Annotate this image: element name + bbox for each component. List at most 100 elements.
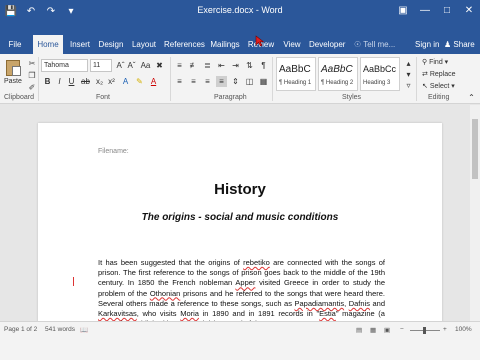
document-title[interactable]: History [38,181,442,198]
web-layout-icon[interactable]: ▣ [384,326,390,334]
cut-icon[interactable]: ✂ [27,58,37,68]
borders-icon[interactable]: ▦ [258,76,269,87]
page-header[interactable]: Filename: [98,148,129,155]
text-effects-icon[interactable]: A [120,76,131,87]
tab-file[interactable]: File [0,36,30,53]
maximize-icon[interactable]: □ [436,0,458,20]
shrink-font-icon[interactable]: Aˇ [126,60,137,71]
superscript-button[interactable]: x² [106,76,117,87]
subscript-button[interactable]: x₂ [94,76,105,87]
misspelled-word[interactable]: rebetiko [243,258,270,267]
collapse-ribbon-icon[interactable]: ⌃ [466,92,477,103]
clear-formatting-icon[interactable]: ✖ [154,60,165,71]
proofing-icon[interactable]: 📖 [80,326,88,334]
align-center-icon[interactable]: ≡ [188,76,199,87]
copy-icon[interactable]: ❐ [27,70,37,80]
bullets-icon[interactable]: ≡ [174,60,185,71]
text-run[interactable]: in 1890 and in 1891 records in " [199,309,320,318]
tab-mailings[interactable]: Mailings [209,36,241,53]
lightbulb-icon: ☉ [354,40,362,49]
styles-more-icon[interactable]: ▿ [403,80,414,91]
save-icon[interactable]: 💾 [4,4,18,18]
numbering-icon[interactable]: ≢ [188,60,199,71]
misspelled-word[interactable]: Dafnis [349,299,370,308]
person-icon: ♟ [444,40,452,49]
tab-references[interactable]: References [164,36,205,53]
justify-icon[interactable]: ≡ [216,76,227,87]
shading-icon[interactable]: ◫ [244,76,255,87]
tab-design[interactable]: Design [98,36,124,53]
read-mode-icon[interactable]: ▤ [356,326,362,334]
customize-qat-icon[interactable]: ▾ [64,4,78,18]
font-color-icon[interactable]: A [148,76,159,87]
text-run[interactable]: , who visits [137,309,180,318]
tab-insert[interactable]: Insert [68,36,92,53]
find-button[interactable]: ⚲ Find ▾ [422,58,448,66]
misspelled-word[interactable]: Papadiamantis [294,299,344,308]
sign-in-link[interactable]: Sign in [415,36,439,53]
font-size-combo[interactable]: 11 [90,59,112,72]
document-page[interactable]: Filename: History The origins - social a… [38,123,442,333]
style-heading-1[interactable]: AaBbC ¶ Heading 1 [276,57,316,91]
strikethrough-button[interactable]: ab [80,76,91,87]
print-layout-icon[interactable]: ▦ [370,326,376,334]
window-title: Exercise.docx - Word [197,5,283,15]
text-run[interactable]: and [370,299,385,308]
font-name-combo[interactable]: Tahoma [41,59,88,72]
zoom-slider-knob[interactable] [423,327,426,334]
sort-icon[interactable]: ⇅ [244,60,255,71]
highlight-icon[interactable]: ✎ [134,76,145,87]
change-case-icon[interactable]: Aa [140,60,151,71]
word-count[interactable]: 541 words [45,326,75,333]
clipboard-group-label: Clipboard [4,94,34,101]
minimize-icon[interactable]: — [414,0,436,20]
italic-button[interactable]: I [54,76,65,87]
scrollbar-thumb[interactable] [472,119,478,179]
replace-button[interactable]: ⇄ Replace [422,70,456,78]
close-icon[interactable]: ✕ [458,0,480,20]
tab-developer[interactable]: Developer [309,36,345,53]
styles-scroll-up-icon[interactable]: ▴ [403,58,414,69]
zoom-out-icon[interactable]: − [400,326,404,333]
align-left-icon[interactable]: ≡ [174,76,185,87]
line-spacing-icon[interactable]: ⇕ [230,76,241,87]
underline-button[interactable]: U [66,76,77,87]
format-painter-icon[interactable]: ✐ [27,82,37,92]
tab-home[interactable]: Home [33,35,63,54]
misspelled-word[interactable]: Apper [235,278,255,287]
tab-view[interactable]: View [281,36,303,53]
show-marks-icon[interactable]: ¶ [258,60,269,71]
styles-scroll-down-icon[interactable]: ▾ [403,69,414,80]
paste-button[interactable]: Paste [4,58,24,88]
document-paragraph[interactable]: It has been suggested that the origins o… [98,258,385,329]
ribbon-display-options-icon[interactable]: ▣ [392,0,414,20]
text-run[interactable]: It has been suggested that the origins o… [98,258,243,267]
bold-button[interactable]: B [42,76,53,87]
redo-icon[interactable]: ↷ [44,4,58,18]
paragraph-group-label: Paragraph [214,94,247,101]
text-cursor [73,277,74,286]
misspelled-word[interactable]: Karkavitsas [98,309,137,318]
vertical-scrollbar[interactable] [470,105,480,321]
document-subtitle[interactable]: The origins - social and music condition… [38,212,442,223]
misspelled-word[interactable]: Othonian [150,289,180,298]
style-heading-3[interactable]: AaBbCc Heading 3 [360,57,400,91]
undo-icon[interactable]: ↶ [24,4,38,18]
tell-me-box[interactable]: ☉ Tell me... [354,36,395,53]
select-button[interactable]: ↖ Select ▾ [422,82,455,90]
share-button[interactable]: ♟ Share [444,36,475,53]
tab-layout[interactable]: Layout [130,36,158,53]
decrease-indent-icon[interactable]: ⇤ [216,60,227,71]
style-heading-2[interactable]: AaBbC ¶ Heading 2 [318,57,358,91]
align-right-icon[interactable]: ≡ [202,76,213,87]
misspelled-word[interactable]: Moria [180,309,199,318]
grow-font-icon[interactable]: Aˆ [115,60,126,71]
misspelled-word[interactable]: Estia [319,309,336,318]
quick-access-toolbar: 💾 ↶ ↷ ▾ [4,4,78,18]
multilevel-list-icon[interactable]: ≣ [202,60,213,71]
page-count[interactable]: Page 1 of 2 [4,326,37,333]
ribbon-tabs: File Home Insert Design Layout Reference… [0,24,480,54]
zoom-in-icon[interactable]: + [443,326,447,333]
increase-indent-icon[interactable]: ⇥ [230,60,241,71]
zoom-level[interactable]: 100% [455,326,472,333]
